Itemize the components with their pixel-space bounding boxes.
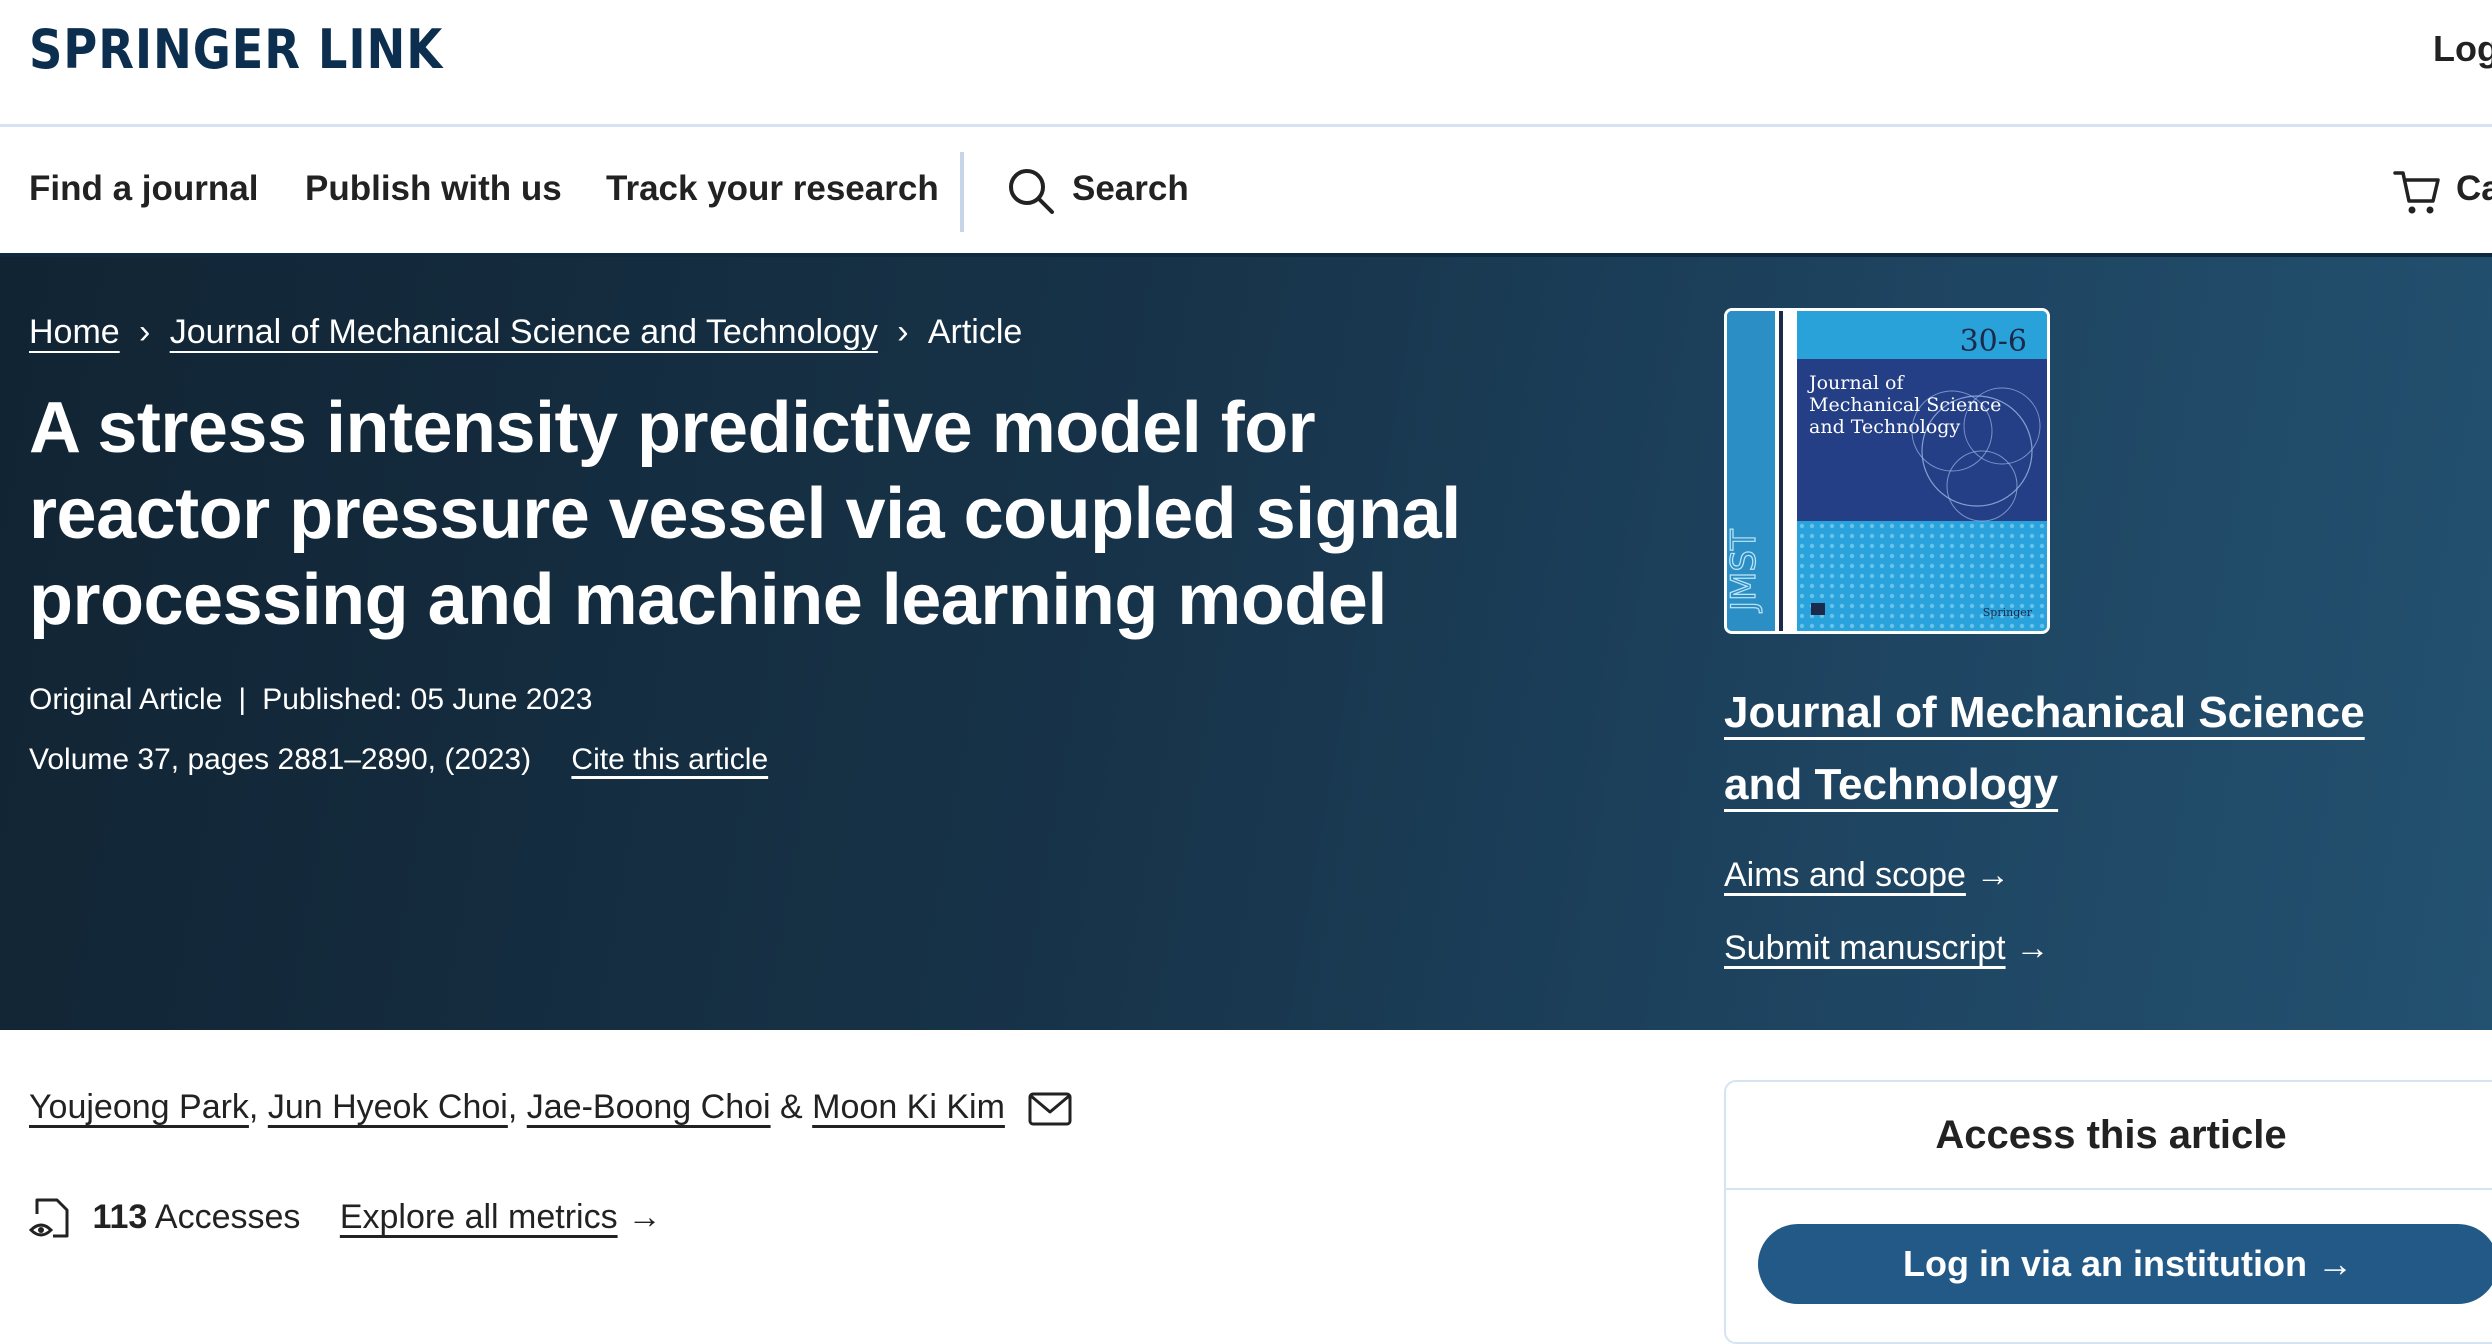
breadcrumb-separator: › [139,313,151,351]
aims-scope-link[interactable]: Aims and scope → [1724,856,2010,895]
published-date: Published: 05 June 2023 [262,683,593,716]
arrow-right-icon: → [1975,856,2010,894]
access-article-box: Access this article Log in via an instit… [1724,1080,2492,1344]
article-meta: Original Article | Published: 05 June 2023 [29,683,592,717]
access-label: Accesses [154,1197,301,1236]
cover-spine: JMST [1724,529,1764,613]
author-separator: , [248,1088,259,1126]
cover-title-line1: Journal of [1807,372,1905,394]
author-separator: , [507,1088,518,1126]
explore-metrics-link[interactable]: Explore all metrics → [340,1198,662,1236]
article-type: Original Article [29,683,223,716]
cite-article-link[interactable]: Cite this article [571,743,768,776]
springer-link-logo[interactable]: SPRINGER LINK [29,18,443,81]
author-link[interactable]: Jun Hyeok Choi [268,1088,508,1126]
journal-name-link[interactable]: Journal of Mechanical Science and Techno… [1724,677,2444,821]
author-separator: & [780,1088,803,1126]
login-link[interactable]: Log [2433,28,2492,70]
explore-metrics-label: Explore all metrics [339,1197,618,1236]
author-link[interactable]: Youjeong Park [29,1088,249,1126]
author-list: Youjeong Park, Jun Hyeok Choi, Jae-Boong… [29,1088,1072,1127]
submit-manuscript-label: Submit manuscript [1724,929,2006,967]
search-button[interactable]: Search [1072,169,1189,209]
cover-title-line3: and Technology [1809,416,1960,438]
cart-link[interactable]: Ca [2456,169,2492,209]
institution-login-label: Log in via an institution [1903,1243,2307,1284]
meta-separator: | [238,683,247,716]
arrow-right-icon: → [2015,929,2050,967]
arrow-right-icon: → [2316,1243,2353,1284]
submit-manuscript-link[interactable]: Submit manuscript → [1724,929,2050,968]
cover-title-line2: Mechanical Science [1809,394,2001,416]
breadcrumb-journal[interactable]: Journal of Mechanical Science and Techno… [170,313,878,351]
author-link[interactable]: Jae-Boong Choi [527,1088,771,1126]
nav-track-research[interactable]: Track your research [606,169,939,209]
access-title: Access this article [1726,1082,2492,1190]
main-nav: Find a journal Publish with us Track you… [0,127,2492,257]
institution-login-button[interactable]: Log in via an institution → [1758,1224,2492,1304]
cart-icon[interactable] [2392,167,2442,217]
access-count: 113 [92,1197,148,1236]
journal-cover-image[interactable]: 30-6 Journal of Mechanical Science and T… [1724,308,2050,634]
breadcrumb-current: Article [927,313,1023,351]
aims-scope-label: Aims and scope [1724,856,1966,894]
article-title: A stress intensity predictive model for … [29,388,1461,640]
article-volume: Volume 37, pages 2881–2890, (2023) [29,743,532,776]
search-icon[interactable] [1006,166,1056,216]
article-hero: Home › Journal of Mechanical Science and T… [0,257,2492,1030]
author-link[interactable]: Moon Ki Kim [812,1088,1005,1126]
breadcrumb-home[interactable]: Home [29,313,120,351]
cover-issue: 30-6 [1960,324,2027,359]
article-volume-line: Volume 37, pages 2881–2890, (2023) Cite … [29,743,768,777]
cover-publisher: Springer [1983,606,2033,619]
breadcrumb-separator: › [897,313,909,351]
article-metrics: 113 Accesses Explore all metrics → [29,1196,662,1242]
accesses-icon [29,1198,69,1238]
nav-publish[interactable]: Publish with us [305,169,562,209]
breadcrumb: Home › Journal of Mechanical Science and T… [29,313,1022,352]
email-icon[interactable] [1028,1092,1072,1126]
nav-divider [960,152,964,232]
nav-find-journal[interactable]: Find a journal [29,169,258,209]
site-header: SPRINGER LINK Log [0,0,2492,127]
arrow-right-icon: → [627,1197,662,1236]
